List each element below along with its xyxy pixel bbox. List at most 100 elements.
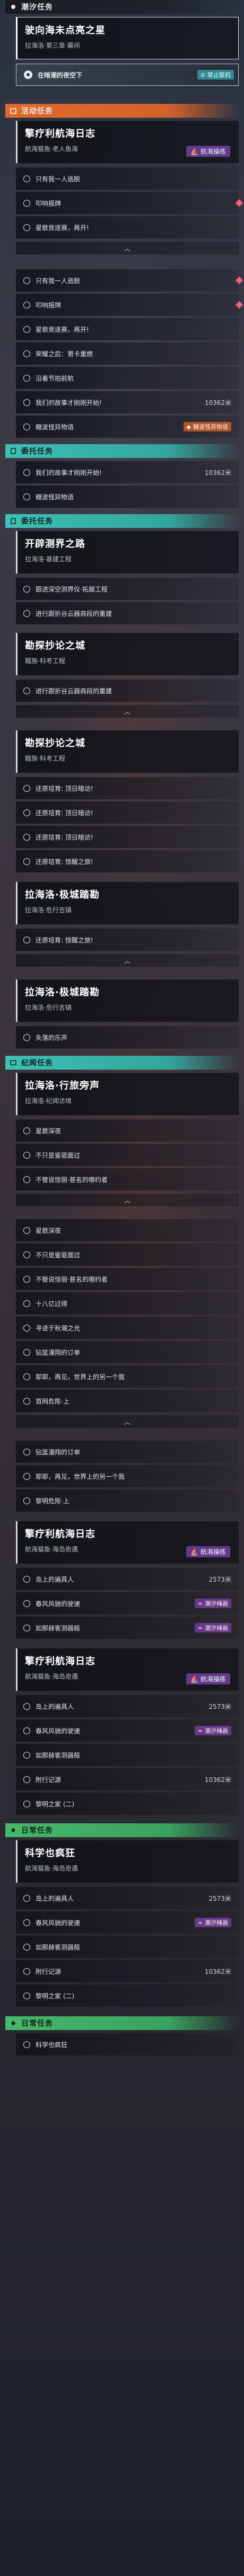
task-row[interactable]: 荣耀之后：第卡重燃 [16, 342, 239, 365]
task-row[interactable]: 糖波怪异物语 [16, 486, 239, 508]
task-row[interactable]: 寻迹于秋潮之光 [16, 1317, 239, 1339]
task-row[interactable]: 附行记源 10362米 [16, 1960, 239, 1982]
quest-card[interactable]: 勘探抄论之城 黯族·科考工程 [16, 633, 239, 675]
section-header-chaoxi[interactable]: 潮汐任务 [5, 0, 239, 14]
task-row[interactable]: 附行记源 10362米 [16, 1768, 239, 1790]
task-label: 如那赫客测器般 [36, 1751, 81, 1759]
task-row[interactable]: 如那赫客测器般 [16, 1744, 239, 1766]
section-header-weituo[interactable]: 委托任务 [5, 444, 239, 458]
haichao-badge: ≈ 潮汐绳画 [194, 1726, 231, 1735]
task-row[interactable]: 还原培育: 惊醒之旅! [16, 929, 239, 951]
task-row[interactable]: 岛上的遍具人 2573米 [16, 1695, 239, 1717]
haichao-badge-label: 潮汐绳画 [205, 1727, 228, 1734]
task-row[interactable]: 不只是鉴驱面过 [16, 1243, 239, 1266]
task-row[interactable]: 黎明危陈·上 [16, 1489, 239, 1512]
task-row[interactable]: 还原培育: 顶日暗访! [16, 777, 239, 799]
quest-card[interactable]: 拉海洛·行旅旁声 拉海洛·纪闻访境 [16, 1073, 239, 1115]
quest-card[interactable]: 擎疗利航海日志 航海猫鱼·老人鱼海 ⛵ 航海操练 [16, 121, 239, 163]
task-row[interactable]: 岛上的遍具人 2573米 [16, 1568, 239, 1590]
task-row[interactable]: 还原培育: 顶日暗访! [16, 826, 239, 848]
section-header-richang[interactable]: 日常任务 [5, 1823, 239, 1837]
task-label: 跟进深空测界仪·拓展工程 [36, 585, 108, 593]
collapse-toggle[interactable]: ︿ [16, 954, 239, 967]
haichao-badge: ≈ 潮汐绳画 [194, 1599, 231, 1608]
task-row[interactable]: 失落的乐声 [16, 1026, 239, 1048]
task-distance: 10362米 [204, 399, 231, 407]
quest-subtitle: 拉海洛·纪闻访境 [25, 1097, 72, 1105]
task-row[interactable]: 进行跟折谷云器商段的重建 [16, 602, 239, 624]
task-row[interactable]: 不管说惊丽·甚名的哪约者 [16, 1168, 239, 1190]
task-row[interactable]: 还原培育: 顶日暗访! [16, 801, 239, 824]
task-row[interactable]: 不只是鉴驱面过 [16, 1144, 239, 1166]
quest-card[interactable]: 擎疗利航海日志 航海猫鱼·海岛奇遇 ⛵ 航海操练 [16, 1648, 239, 1691]
collapse-toggle[interactable]: ︿ [16, 705, 239, 718]
quest-card[interactable]: 拉海洛·极城踏勘 拉海洛·危行吉镇 [16, 882, 239, 924]
task-label: 首网危陈·上 [36, 1397, 69, 1405]
task-row-current[interactable]: 在暗潮的夜空下 ⊘ 禁止联机 [16, 64, 239, 86]
task-row[interactable]: 只有我一人逃脱 [16, 269, 243, 292]
task-row[interactable]: 星歌竞逐赛，再开! [16, 216, 239, 239]
task-label: 只有我一人逃脱 [36, 277, 81, 285]
task-row[interactable]: 十八亿过得 [16, 1292, 239, 1315]
quest-tag: ⛵ 航海操练 [186, 146, 230, 157]
task-row[interactable]: 岛上的遍具人 2573米 [16, 1887, 239, 1909]
quest-card[interactable]: 勘探抄论之城 黯族·科考工程 [16, 730, 239, 773]
section-label: 委托任务 [21, 517, 53, 526]
quest-card[interactable]: 擎疗利航海日志 航海猫鱼·海岛奇遇 ⛵ 航海操练 [16, 1521, 239, 1564]
task-row[interactable]: 叩响报牌 [16, 192, 243, 214]
no-coop-label: 禁止联机 [207, 72, 231, 78]
section-header-richang[interactable]: 日常任务 [5, 2016, 239, 2030]
section-header-jiwen[interactable]: 纪闻任务 [5, 1056, 239, 1070]
quest-card[interactable]: 开辟测界之路 拉海洛·基建工程 [16, 531, 239, 574]
task-status-circle [23, 687, 30, 694]
task-status-circle [23, 858, 30, 865]
task-row[interactable]: 不管说惊丽·甚名的哪约者 [16, 1268, 239, 1290]
book-icon [10, 1059, 17, 1066]
quest-card[interactable]: 驶向海未点亮之星 拉海洛·第三章·幕间 [16, 17, 239, 59]
task-row[interactable]: 黎明之家 (二) [16, 1984, 239, 2007]
task-row[interactable]: 春风风驰的驶速 ≈ 潮汐绳画 [16, 1592, 239, 1615]
task-status-circle [23, 1894, 30, 1902]
task-row[interactable]: 糖波怪异物语 ◆ 糖波怪异物语 [16, 416, 239, 438]
task-row[interactable]: 如那赫客测器般 [16, 1936, 239, 1958]
task-row[interactable]: 首网危陈·上 [16, 1390, 239, 1412]
task-row[interactable]: 沿着节拍前航 [16, 367, 239, 389]
task-row[interactable]: 星歌深夜 [16, 1219, 239, 1241]
task-row[interactable]: 跟进深空测界仪·拓展工程 [16, 578, 239, 600]
task-row[interactable]: 我们的故事才刚刚开始! 10362米 [16, 461, 239, 483]
section-header-huodong[interactable]: 活动任务 [5, 104, 239, 118]
task-row[interactable]: 耶耶，再见，世界上的另一个我 [16, 1465, 239, 1487]
task-status-circle [23, 1575, 30, 1583]
task-row[interactable]: 科学也疯狂 [16, 2033, 239, 2055]
collapse-toggle[interactable]: ︿ [16, 1415, 239, 1428]
task-label: 附行记源 [36, 1968, 62, 1975]
quest-card[interactable]: 拉海洛·极城踏勘 拉海洛·危行吉镇 [16, 980, 239, 1022]
calendar-icon [10, 107, 17, 114]
task-label: 科学也疯狂 [36, 2041, 68, 2049]
task-row[interactable]: 钻篮漫翔的订单 [16, 1441, 239, 1463]
collapse-toggle[interactable]: ︿ [16, 242, 239, 254]
task-row[interactable]: 星歌竞逐赛，再开! [16, 318, 239, 340]
task-row[interactable]: 钻篮漫翔的订单 [16, 1341, 239, 1363]
task-row[interactable]: 叩响报牌 [16, 294, 243, 316]
task-row[interactable]: 如那赫客测器般 ≈ 潮汐绳画 [16, 1617, 239, 1639]
task-label: 还原培育: 顶日暗访! [36, 784, 93, 792]
task-row[interactable]: 星歌深夜 [16, 1119, 239, 1142]
quest-list-page: 潮汐任务 驶向海未点亮之星 拉海洛·第三章·幕间 在暗潮的夜空下 ⊘ 禁止联机 … [0, 0, 244, 2576]
quest-card[interactable]: 科学也疯狂 航海猫鱼·海岛奇遇 [16, 1840, 239, 1883]
task-row[interactable]: 黎明之家 (二) [16, 1793, 239, 1815]
quest-subtitle: 拉海洛·危行吉镇 [25, 1004, 72, 1011]
task-label: 只有我一人逃脱 [36, 175, 81, 183]
task-label: 我们的故事才刚刚开始! [36, 399, 102, 407]
task-row[interactable]: 我们的故事才刚刚开始! 10362米 [16, 391, 239, 413]
task-row[interactable]: 只有我一人逃脱 [16, 167, 239, 190]
task-status-circle [23, 1919, 30, 1926]
task-status-circle [23, 423, 30, 430]
collapse-toggle[interactable]: ︿ [16, 1194, 239, 1206]
task-row[interactable]: 进行跟折谷云器商段的重建 [16, 680, 239, 702]
task-row[interactable]: 春风风驰的驶速 ≈ 潮汐绳画 [16, 1911, 239, 1934]
section-header-weituo[interactable]: 委托任务 [5, 514, 239, 528]
task-row[interactable]: 耶耶，再见，世界上的另一个我 [16, 1365, 239, 1388]
task-row[interactable]: 还原培育: 惊醒之旅! [16, 850, 239, 872]
task-row[interactable]: 春风风驰的驶速 ≈ 潮汐绳画 [16, 1719, 239, 1742]
